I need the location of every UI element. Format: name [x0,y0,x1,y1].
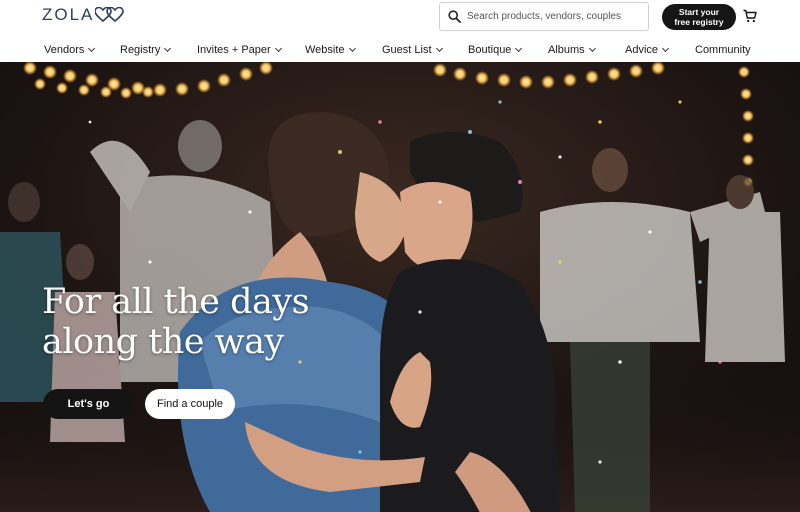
nav-label: Registry [120,44,161,56]
nav-label: Website [305,44,345,56]
lets-go-button[interactable]: Let's go [43,389,134,419]
logo-text: ZOLA [42,5,95,24]
chevron-down-icon [88,44,96,53]
start-registry-button[interactable]: Start your free registry [662,4,736,30]
nav-item-invites-paper[interactable]: Invites + Paper [197,38,282,62]
nav-label: Community [695,44,751,56]
nav-item-boutique[interactable]: Boutique [468,38,523,62]
search-icon [448,10,461,23]
double-heart-icon [95,7,125,23]
search-input[interactable] [467,11,647,22]
nav-item-vendors[interactable]: Vendors [44,38,96,62]
main-nav: Vendors Registry Invites + Paper Website… [0,38,800,62]
hero-title: For all the days along the way [42,282,310,362]
nav-label: Vendors [44,44,85,56]
nav-item-albums[interactable]: Albums [548,38,596,62]
zola-logo[interactable]: ZOLA [42,5,125,25]
chevron-down-icon [164,44,172,53]
nav-label: Albums [548,44,585,56]
nav-label: Invites + Paper [197,44,271,56]
registry-button-line2: free registry [674,17,724,27]
nav-label: Advice [625,44,659,56]
nav-item-guest-list[interactable]: Guest List [382,38,443,62]
nav-label: Guest List [382,44,432,56]
chevron-down-icon [348,44,356,53]
nav-item-advice[interactable]: Advice [625,38,670,62]
nav-item-registry[interactable]: Registry [120,38,172,62]
nav-item-community[interactable]: Community [695,38,751,62]
cart-icon[interactable] [743,9,757,23]
nav-item-website[interactable]: Website [305,38,356,62]
nav-label: Boutique [468,44,512,56]
hero-title-line2: along the way [42,322,284,362]
chevron-down-icon [515,44,523,53]
chevron-down-icon [274,44,282,53]
chevron-down-icon [661,44,670,53]
hero-title-line1: For all the days [42,282,310,322]
top-header: ZOLA Start your free registry [0,0,800,36]
chevron-down-icon [588,44,596,53]
registry-button-line1: Start your [678,7,720,17]
hero-section: For all the days along the way Let's go … [0,62,800,512]
find-a-couple-button[interactable]: Find a couple [145,389,235,419]
search-box[interactable] [439,2,649,31]
chevron-down-icon [435,44,443,53]
